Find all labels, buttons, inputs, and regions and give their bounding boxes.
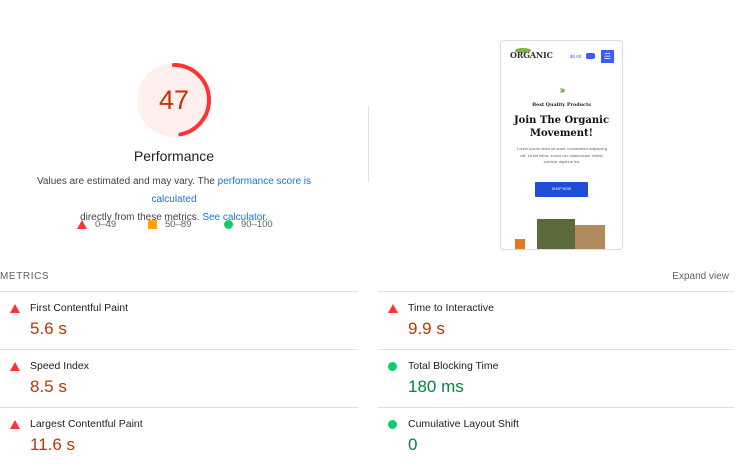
site-logo: ORGANIC — [510, 50, 553, 60]
metric-label: Total Blocking Time — [408, 360, 499, 372]
circle-icon — [224, 220, 233, 229]
chevrons-icon: ››› — [559, 85, 566, 96]
cart-price: $0.00 — [570, 54, 582, 59]
metric-label: First Contentful Paint — [30, 302, 129, 314]
divider — [378, 349, 734, 350]
metric-time-to-interactive: Time to Interactive 9.9 s — [388, 300, 728, 356]
pass-circle-icon — [388, 420, 397, 429]
divider — [0, 407, 358, 408]
product-image — [537, 219, 575, 249]
shop-now-button: SHOP NOW — [535, 182, 588, 197]
legend-average: 50–89 — [148, 219, 191, 230]
performance-title: Performance — [133, 148, 215, 164]
metric-label: Largest Contentful Paint — [30, 418, 143, 430]
legend-label: 90–100 — [241, 219, 273, 230]
legend-pass: 90–100 — [224, 219, 273, 230]
pass-circle-icon — [388, 362, 397, 371]
metric-label: Cumulative Layout Shift — [408, 418, 519, 430]
divider — [0, 291, 358, 292]
metric-largest-contentful-paint: Largest Contentful Paint 11.6 s — [10, 416, 350, 472]
metrics-title: METRICS — [0, 271, 50, 282]
legend-label: 50–89 — [165, 219, 192, 230]
hero-kicker: Best Quality Products — [532, 102, 591, 108]
metric-speed-index: Speed Index 8.5 s — [10, 358, 350, 414]
description-text: Values are estimated and may vary. The — [36, 176, 218, 187]
divider — [0, 349, 358, 350]
fail-triangle-icon — [388, 304, 398, 313]
metric-value: 5.6 s — [30, 319, 67, 338]
hero-body: Lorem ipsum dolor sit amet, consectetur … — [516, 146, 608, 164]
square-icon — [148, 220, 157, 229]
product-image — [575, 225, 605, 249]
performance-score: 47 — [158, 85, 190, 115]
fail-triangle-icon — [10, 362, 20, 371]
legend-label: 0–49 — [95, 219, 117, 230]
metric-label: Speed Index — [30, 360, 89, 372]
expand-view-toggle[interactable]: Expand view — [672, 271, 729, 282]
metric-cumulative-layout-shift: Cumulative Layout Shift 0 — [388, 416, 728, 472]
menu-icon: ☰ — [601, 50, 614, 63]
final-screenshot[interactable]: ORGANIC $0.00 ☰ ››› Best Quality Product… — [500, 40, 623, 250]
metric-first-contentful-paint: First Contentful Paint 5.6 s — [10, 300, 350, 356]
divider — [378, 291, 734, 292]
metric-value: 180 ms — [408, 377, 464, 396]
metric-value: 8.5 s — [30, 377, 67, 396]
metric-value: 11.6 s — [30, 435, 76, 454]
cart-icon — [586, 53, 595, 59]
metric-total-blocking-time: Total Blocking Time 180 ms — [388, 358, 728, 414]
triangle-icon — [77, 220, 87, 229]
performance-gauge: 47 — [135, 61, 213, 139]
vertical-divider — [368, 106, 369, 182]
metric-value: 0 — [408, 435, 418, 454]
metric-label: Time to Interactive — [408, 302, 494, 314]
divider — [378, 407, 734, 408]
product-image — [515, 239, 525, 249]
legend-fail: 0–49 — [77, 219, 116, 230]
fail-triangle-icon — [10, 420, 20, 429]
fail-triangle-icon — [10, 304, 20, 313]
hero-headline: Join The Organic Movement! — [513, 115, 610, 139]
metric-value: 9.9 s — [408, 319, 445, 338]
